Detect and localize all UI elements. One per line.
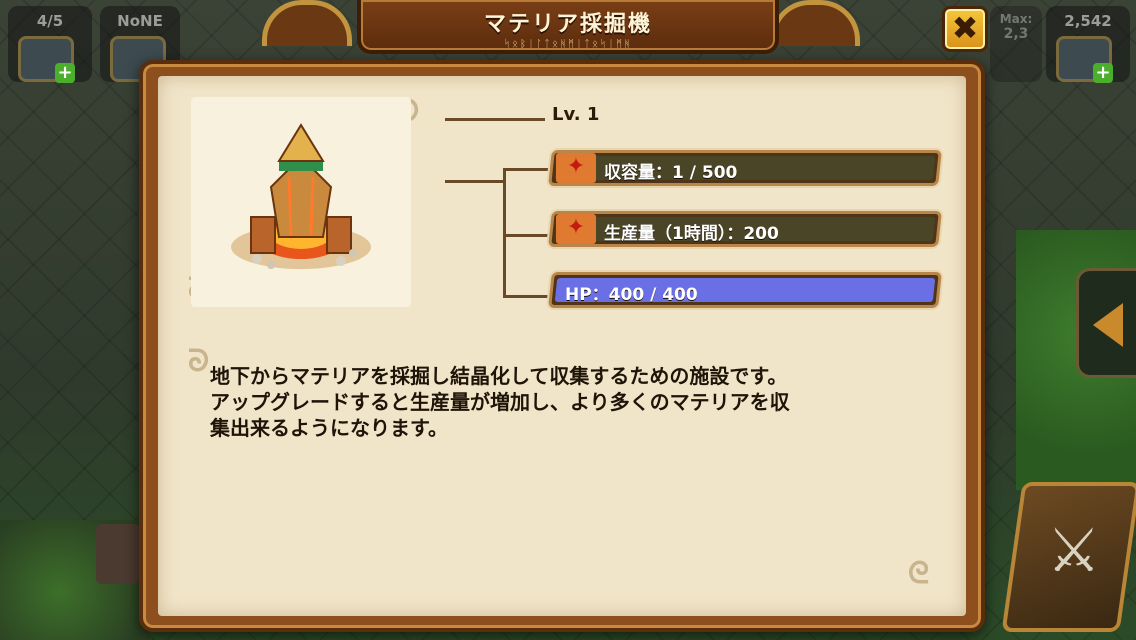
connector-line xyxy=(445,180,505,183)
hud-builder-slot[interactable]: 4/5 + xyxy=(8,6,92,83)
hud-gem-slot[interactable]: 2,542 + xyxy=(1046,6,1130,83)
hud-builder-count: 4/5 xyxy=(36,12,64,30)
crossed-swords-icon: ⚔ xyxy=(1046,516,1101,586)
plus-icon[interactable]: + xyxy=(55,63,75,83)
dialog-title-runes: ᛋᛟᛒᛁᛚᛏᛟᚻᛗᛁᛏᛟᛋᛁᛗᚻ xyxy=(504,39,632,50)
red-crystal-icon: ✦ xyxy=(556,214,596,244)
hud-shield-text: NoNE xyxy=(117,12,163,30)
dialog-title: マテリア採掘機 xyxy=(483,12,652,37)
title-plate: マテリア採掘機 ᛋᛟᛒᛁᛚᛏᛟᚻᛗᛁᛏᛟᛋᛁᛗᚻ xyxy=(357,0,779,54)
connector-line xyxy=(503,295,548,298)
red-crystal-icon: ✦ xyxy=(556,153,596,183)
side-menu-arrow-button[interactable] xyxy=(1076,268,1136,378)
arrow-left-icon xyxy=(1093,303,1123,347)
stat-hp-label: HP：400 / 400 xyxy=(565,285,698,305)
plus-icon[interactable]: + xyxy=(1093,63,1113,83)
building-description: 地下からマテリアを採掘し結晶化して収集するための施設です。 アップグレードすると… xyxy=(210,364,790,440)
level-label: Lv. 1 xyxy=(552,104,600,125)
swirl-ornament: ᘓ xyxy=(908,556,930,591)
hud-gem-count: 2,542 xyxy=(1064,12,1112,30)
close-icon: ✖ xyxy=(951,9,979,47)
stat-capacity-label: 収容量：1 / 500 xyxy=(604,163,738,183)
connector-line xyxy=(503,168,548,171)
close-button[interactable]: ✖ xyxy=(942,6,988,52)
stat-production-label: 生産量（1時間）：200 xyxy=(604,224,779,244)
scene-stump xyxy=(96,524,140,584)
connector-line xyxy=(503,234,548,237)
hud-max-slot: Max: 2,3 xyxy=(990,6,1042,82)
hud-max-label: Max: xyxy=(999,12,1033,26)
materia-mine-building-icon xyxy=(231,123,371,269)
attack-button[interactable]: ⚔ xyxy=(1001,482,1136,632)
connector-line xyxy=(445,118,545,121)
swirl-ornament: ᘐ xyxy=(188,344,210,379)
builder-icon: + xyxy=(18,36,75,83)
hud-max-value: 2,3 xyxy=(1003,26,1029,42)
connector-line xyxy=(503,168,506,298)
gem-icon: + xyxy=(1056,36,1113,83)
building-image-panel xyxy=(191,97,411,307)
